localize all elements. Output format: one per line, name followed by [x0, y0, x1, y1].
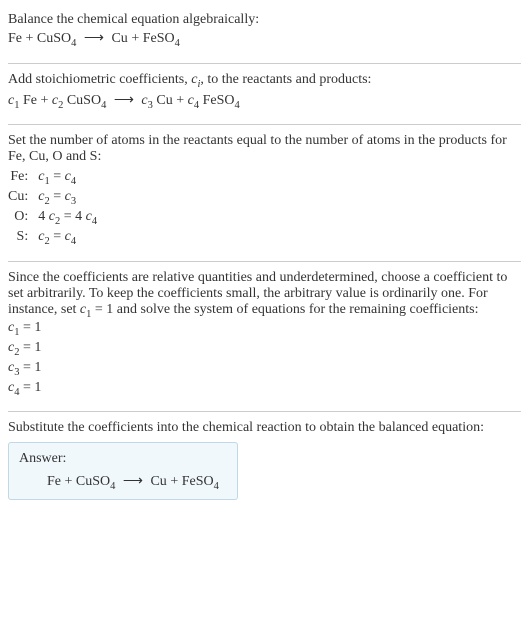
divider — [8, 124, 521, 125]
subscript: 4 — [71, 38, 76, 49]
species: FeSO — [199, 93, 234, 108]
intro-equation: Fe + CuSO4 ⟶ Cu + FeSO4 — [8, 28, 521, 51]
step2-text: Set the number of atoms in the reactants… — [8, 133, 521, 165]
text: , to the reactants and products: — [200, 72, 371, 87]
atom-equation: c2 = c4 — [38, 229, 97, 249]
atom-row-cu: Cu: c2 = c3 — [8, 189, 97, 209]
subscript: 4 — [214, 480, 219, 491]
step2-section: Set the number of atoms in the reactants… — [8, 129, 521, 256]
answer-label: Answer: — [19, 451, 227, 467]
step3-section: Since the coefficients are relative quan… — [8, 266, 521, 407]
species: Cu — [150, 474, 166, 489]
species: CuSO — [76, 474, 110, 489]
divider — [8, 261, 521, 262]
plus: + — [173, 93, 188, 108]
step1-equation: c1 Fe + c2 CuSO4 ⟶ c3 Cu + c4 FeSO4 — [8, 90, 521, 113]
step4-section: Substitute the coefficients into the che… — [8, 416, 521, 509]
multiplier: 4 — [38, 209, 49, 224]
plus: + — [128, 31, 143, 46]
subscript: 4 — [175, 38, 180, 49]
subscript: 3 — [71, 196, 76, 207]
equals: = — [60, 209, 75, 224]
atoms-table: Fe: c1 = c4 Cu: c2 = c3 O: 4 c2 = 4 c4 S… — [8, 169, 97, 248]
step4-text: Substitute the coefficients into the che… — [8, 420, 521, 436]
atom-row-s: S: c2 = c4 — [8, 229, 97, 249]
species: Fe — [8, 31, 22, 46]
value: = 1 — [19, 360, 41, 375]
species: Fe — [47, 474, 61, 489]
intro-text: Balance the chemical equation algebraica… — [8, 12, 521, 28]
species: FeSO — [143, 31, 175, 46]
subscript: 4 — [110, 480, 115, 491]
equals: = — [50, 229, 65, 244]
value: = 1 — [19, 340, 41, 355]
arrow-icon: ⟶ — [80, 31, 108, 46]
coeff-line: c3 = 1 — [8, 359, 521, 379]
text: = 1 and solve the system of equations fo… — [91, 302, 478, 317]
coeff-line: c4 = 1 — [8, 379, 521, 399]
divider — [8, 63, 521, 64]
multiplier: 4 — [75, 209, 86, 224]
species: Cu — [153, 93, 173, 108]
species: CuSO — [63, 93, 101, 108]
arrow-icon: ⟶ — [110, 93, 138, 108]
plus: + — [37, 93, 52, 108]
plus: + — [22, 31, 37, 46]
species: FeSO — [182, 474, 214, 489]
subscript: 4 — [71, 236, 76, 247]
atom-label: Fe: — [8, 169, 38, 189]
atom-row-fe: Fe: c1 = c4 — [8, 169, 97, 189]
plus: + — [61, 474, 76, 489]
intro-section: Balance the chemical equation algebraica… — [8, 8, 521, 59]
species: CuSO — [37, 31, 71, 46]
subscript: 4 — [71, 176, 76, 187]
value: = 1 — [19, 380, 41, 395]
divider — [8, 411, 521, 412]
atom-row-o: O: 4 c2 = 4 c4 — [8, 209, 97, 229]
atom-equation: 4 c2 = 4 c4 — [38, 209, 97, 229]
plus: + — [167, 474, 182, 489]
equals: = — [50, 169, 65, 184]
text: Add stoichiometric coefficients, — [8, 72, 191, 87]
subscript: 4 — [92, 216, 97, 227]
species: Fe — [19, 93, 37, 108]
equals: = — [50, 189, 65, 204]
step1-text: Add stoichiometric coefficients, ci, to … — [8, 72, 521, 90]
coeff-line: c1 = 1 — [8, 319, 521, 339]
atom-label: S: — [8, 229, 38, 249]
step1-section: Add stoichiometric coefficients, ci, to … — [8, 68, 521, 121]
arrow-icon: ⟶ — [119, 474, 147, 489]
answer-equation: Fe + CuSO4 ⟶ Cu + FeSO4 — [19, 473, 227, 492]
atom-equation: c2 = c3 — [38, 189, 97, 209]
value: = 1 — [19, 320, 41, 335]
coeff-line: c2 = 1 — [8, 339, 521, 359]
step3-text: Since the coefficients are relative quan… — [8, 270, 521, 320]
answer-box: Answer: Fe + CuSO4 ⟶ Cu + FeSO4 — [8, 442, 238, 501]
species: Cu — [111, 31, 127, 46]
atom-label: O: — [8, 209, 38, 229]
subscript: 4 — [235, 99, 240, 110]
subscript: 4 — [101, 99, 106, 110]
atom-label: Cu: — [8, 189, 38, 209]
atom-equation: c1 = c4 — [38, 169, 97, 189]
